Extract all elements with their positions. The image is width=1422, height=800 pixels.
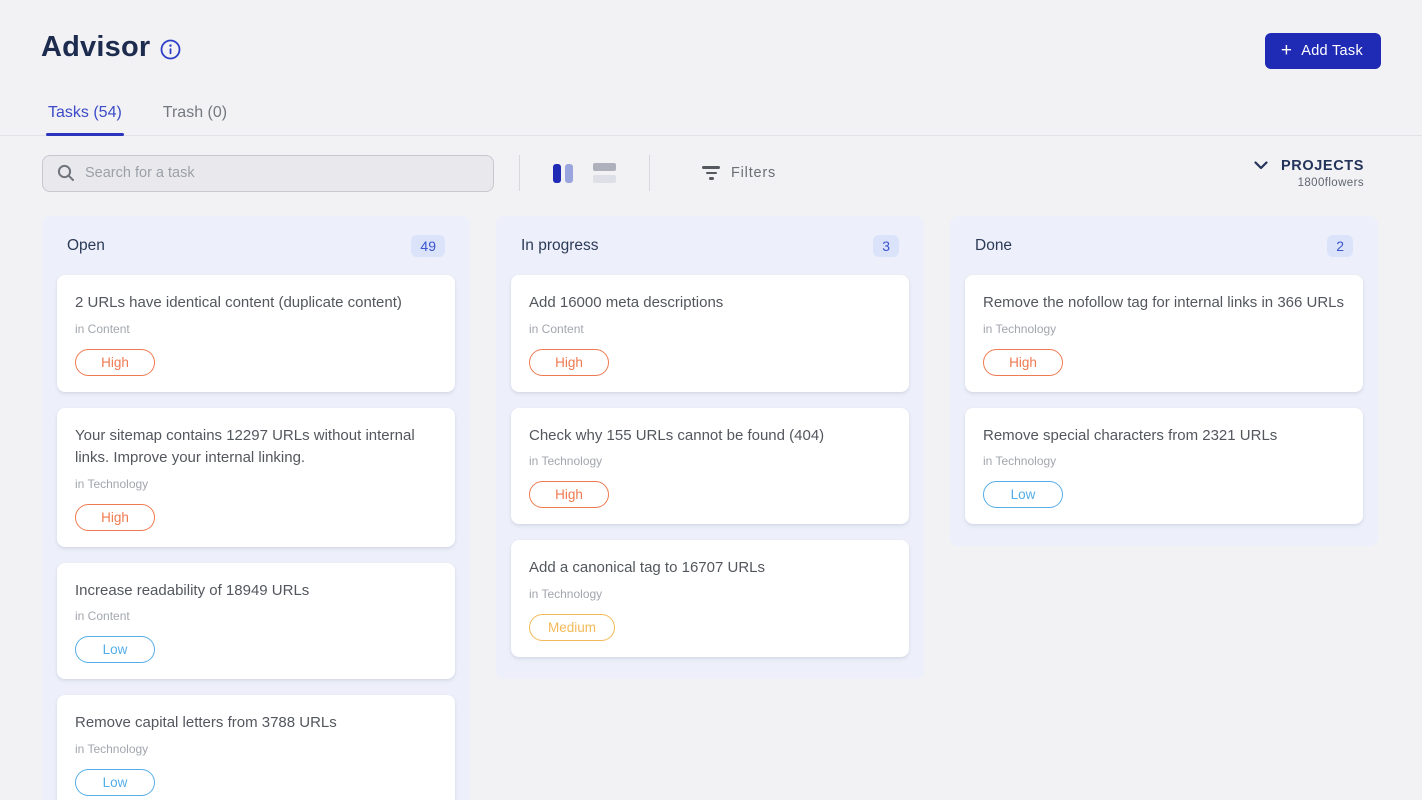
search-icon (57, 164, 75, 182)
toolbar-divider (519, 155, 520, 191)
task-card[interactable]: Add a canonical tag to 16707 URLs in Tec… (511, 540, 909, 657)
selected-project-name: 1800flowers (1298, 177, 1364, 189)
search-box[interactable] (42, 155, 494, 192)
task-title: Remove special characters from 2321 URLs (983, 425, 1345, 448)
task-category: in Technology (529, 587, 891, 601)
column-in-progress: In progress 3 Add 16000 meta description… (496, 216, 924, 679)
column-title: In progress (521, 237, 599, 255)
search-input[interactable] (85, 165, 479, 181)
task-title: Increase readability of 18949 URLs (75, 580, 437, 603)
task-category: in Technology (983, 322, 1345, 336)
tabs-bar: Tasks (54) Trash (0) (0, 96, 1422, 136)
column-count-badge: 3 (873, 235, 899, 257)
column-count-badge: 2 (1327, 235, 1353, 257)
priority-badge: High (529, 349, 609, 376)
task-title: Remove capital letters from 3788 URLs (75, 712, 437, 735)
task-category: in Content (75, 322, 437, 336)
priority-badge: High (75, 349, 155, 376)
plus-icon: + (1281, 44, 1292, 58)
priority-badge: High (983, 349, 1063, 376)
task-category: in Content (75, 609, 437, 623)
task-title: Your sitemap contains 12297 URLs without… (75, 425, 437, 470)
page-header: Advisor + Add Task (0, 0, 1422, 69)
filter-icon (702, 166, 720, 180)
priority-badge: High (75, 504, 155, 531)
list-view-icon[interactable] (593, 163, 616, 183)
priority-badge: High (529, 481, 609, 508)
priority-badge: Medium (529, 614, 615, 641)
priority-badge: Low (75, 769, 155, 796)
add-task-label: Add Task (1301, 43, 1363, 59)
task-title: Check why 155 URLs cannot be found (404) (529, 425, 891, 448)
task-card[interactable]: Remove the nofollow tag for internal lin… (965, 275, 1363, 392)
task-category: in Content (529, 322, 891, 336)
column-header: In progress 3 (511, 229, 909, 259)
projects-selector: PROJECTS 1800flowers (1254, 158, 1364, 189)
column-header: Open 49 (57, 229, 455, 259)
task-card[interactable]: Remove special characters from 2321 URLs… (965, 408, 1363, 525)
column-open: Open 49 2 URLs have identical content (d… (42, 216, 470, 800)
task-card[interactable]: Check why 155 URLs cannot be found (404)… (511, 408, 909, 525)
info-icon[interactable] (160, 39, 181, 60)
page-title: Advisor (41, 31, 150, 64)
task-category: in Technology (75, 477, 437, 491)
projects-dropdown[interactable]: PROJECTS (1254, 158, 1364, 174)
filters-button[interactable]: Filters (702, 165, 776, 181)
filters-label: Filters (731, 165, 776, 181)
task-card[interactable]: 2 URLs have identical content (duplicate… (57, 275, 455, 392)
chevron-down-icon (1254, 161, 1268, 170)
toolbar: Filters PROJECTS 1800flowers (42, 154, 1381, 192)
task-title: Add a canonical tag to 16707 URLs (529, 557, 891, 580)
task-category: in Technology (75, 742, 437, 756)
task-card[interactable]: Increase readability of 18949 URLs in Co… (57, 563, 455, 680)
priority-badge: Low (75, 636, 155, 663)
task-card[interactable]: Your sitemap contains 12297 URLs without… (57, 408, 455, 547)
column-count-badge: 49 (411, 235, 445, 257)
task-title: Remove the nofollow tag for internal lin… (983, 292, 1345, 315)
column-done: Done 2 Remove the nofollow tag for inter… (950, 216, 1378, 546)
task-title: 2 URLs have identical content (duplicate… (75, 292, 437, 315)
task-card[interactable]: Add 16000 meta descriptions in Content H… (511, 275, 909, 392)
tab-tasks[interactable]: Tasks (54) (46, 96, 124, 135)
task-category: in Technology (529, 454, 891, 468)
toolbar-divider (649, 155, 650, 191)
task-title: Add 16000 meta descriptions (529, 292, 891, 315)
column-title: Open (67, 237, 105, 255)
column-title: Done (975, 237, 1012, 255)
kanban-view-icon[interactable] (553, 164, 573, 183)
projects-label: PROJECTS (1281, 158, 1364, 174)
task-card[interactable]: Remove capital letters from 3788 URLs in… (57, 695, 455, 800)
priority-badge: Low (983, 481, 1063, 508)
tab-trash[interactable]: Trash (0) (161, 96, 229, 135)
column-header: Done 2 (965, 229, 1363, 259)
task-category: in Technology (983, 454, 1345, 468)
kanban-board: Open 49 2 URLs have identical content (d… (42, 216, 1381, 800)
add-task-button[interactable]: + Add Task (1265, 33, 1381, 69)
